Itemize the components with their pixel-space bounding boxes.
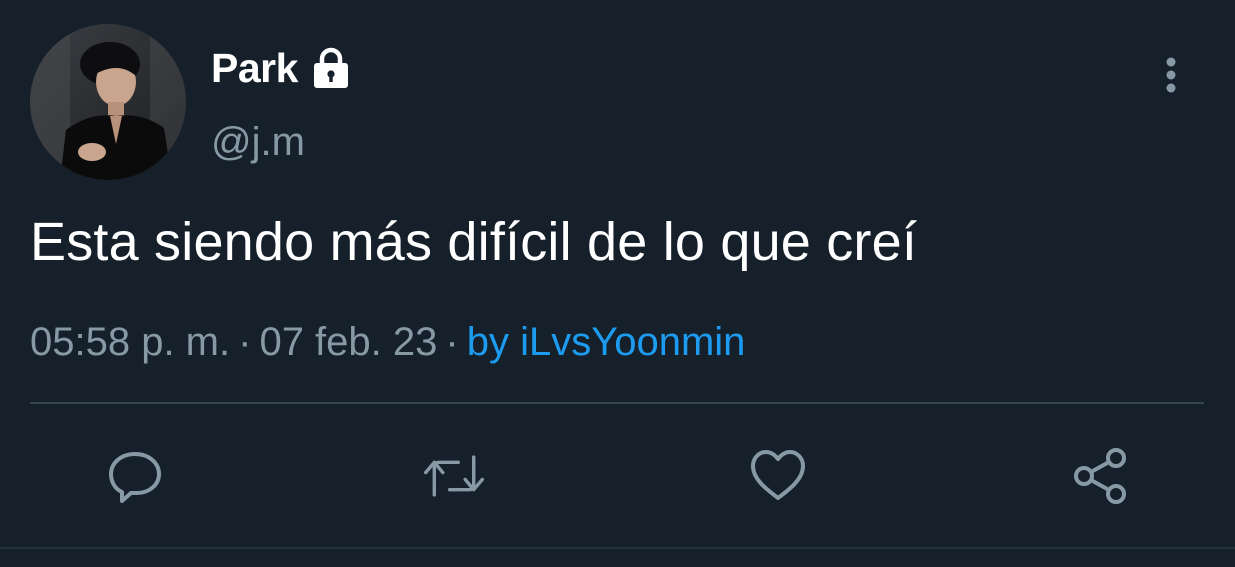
tweet-text: Esta siendo más difícil de lo que creí <box>30 212 918 272</box>
tweet-time[interactable]: 05:58 p. m. <box>30 320 230 364</box>
display-name[interactable]: Park <box>211 42 298 94</box>
more-vertical-icon[interactable] <box>1150 54 1192 96</box>
lock-icon <box>313 47 348 88</box>
reply-icon[interactable] <box>105 446 165 506</box>
share-icon[interactable] <box>1070 446 1130 506</box>
retweet-icon[interactable] <box>424 446 484 506</box>
tweet-card: Park @j.m Esta siendo más difícil de lo … <box>0 0 1235 567</box>
display-name-row: Park <box>211 42 354 94</box>
meta-separator: · <box>238 320 252 364</box>
user-handle[interactable]: @j.m <box>211 116 305 168</box>
tweet-date[interactable]: 07 feb. 23 <box>259 320 437 364</box>
tweet-meta: 05:58 p. m. · 07 feb. 23 · by iLvsYoonmin <box>30 316 745 368</box>
divider <box>30 402 1204 404</box>
heart-icon[interactable] <box>748 446 808 506</box>
source-link[interactable]: by iLvsYoonmin <box>467 320 746 364</box>
avatar-photo <box>30 24 186 180</box>
meta-separator: · <box>445 320 459 364</box>
bottom-divider <box>0 547 1235 549</box>
avatar[interactable] <box>30 24 186 180</box>
